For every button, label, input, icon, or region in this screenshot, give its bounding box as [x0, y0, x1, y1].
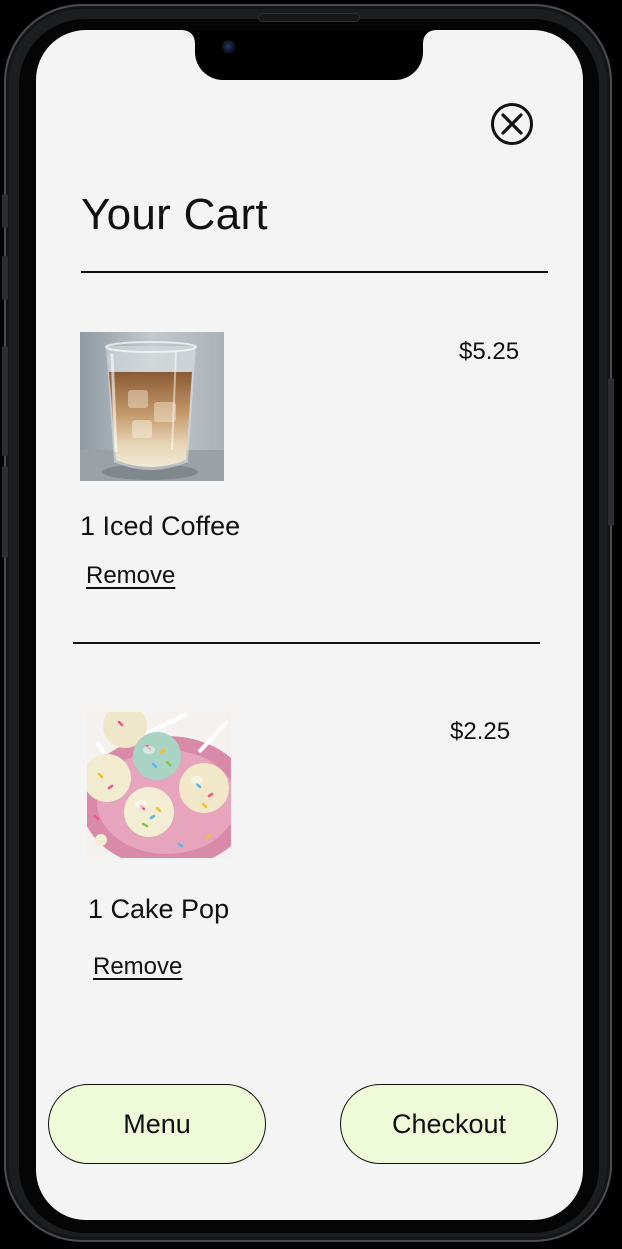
item-divider: [73, 642, 540, 644]
notch: [183, 30, 435, 80]
power-button: [608, 378, 614, 526]
item-name: 1 Iced Coffee: [80, 511, 241, 541]
page-title: Your Cart: [81, 190, 268, 239]
earpiece-speaker: [258, 13, 360, 22]
item-name: 1 Cake Pop: [88, 894, 230, 924]
remove-cake-pop-link[interactable]: Remove: [93, 953, 182, 981]
title-divider: [81, 271, 548, 273]
cake-pop-image: [87, 712, 231, 861]
menu-button[interactable]: Menu: [48, 1084, 266, 1164]
iced-coffee-image: [80, 332, 224, 481]
close-icon[interactable]: [490, 102, 534, 146]
item-price: $5.25: [459, 338, 520, 365]
silent-switch: [2, 194, 8, 228]
checkout-button[interactable]: Checkout: [340, 1084, 558, 1164]
volume-button-lower: [2, 466, 8, 558]
front-camera: [222, 40, 236, 54]
item-price: $2.25: [450, 718, 511, 745]
volume-down-button: [2, 346, 8, 456]
volume-up-button: [2, 256, 8, 300]
app-screen: Your Cart $5.25 1 Iced Coffee Remove $2.…: [36, 30, 583, 1220]
remove-iced-coffee-link[interactable]: Remove: [86, 562, 175, 590]
